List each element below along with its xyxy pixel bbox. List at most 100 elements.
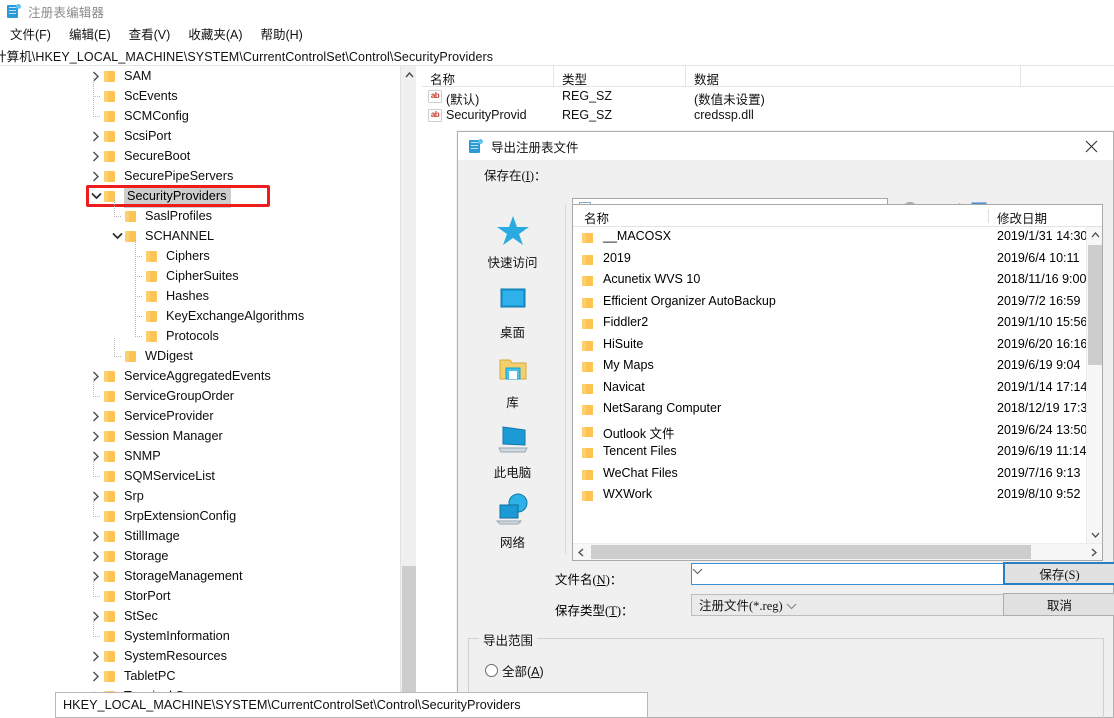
tree-item-systemresources[interactable]: SystemResources <box>0 646 395 666</box>
list-item[interactable]: WXWork2019/8/10 9:52文件 <box>573 485 1102 507</box>
radio-circle-icon[interactable] <box>485 664 498 677</box>
radio-export-all[interactable]: 全部(A) <box>485 661 544 680</box>
chevron-right-icon[interactable] <box>88 648 104 664</box>
chevron-right-icon[interactable] <box>88 548 104 564</box>
scroll-thumb[interactable] <box>402 566 416 702</box>
tree-item-storport[interactable]: StorPort <box>0 578 395 606</box>
place-libraries[interactable]: 库 <box>460 344 565 414</box>
tree-item-sqmservicelist[interactable]: SQMServiceList <box>0 458 395 486</box>
chevron-right-icon[interactable] <box>88 568 104 584</box>
menu-item-favorites[interactable]: 收藏夹(A) <box>180 22 250 45</box>
menu-item-view[interactable]: 查看(V) <box>121 22 179 45</box>
scroll-left-arrow-icon[interactable] <box>573 544 589 560</box>
chevron-down-icon[interactable] <box>88 188 104 204</box>
scroll-thumb[interactable] <box>1088 245 1102 365</box>
table-row[interactable]: ab SecurityProvid REG_SZ credssp.dll <box>422 106 1114 125</box>
menu-item-help[interactable]: 帮助(H) <box>252 22 310 45</box>
values-col-type[interactable]: 类型 <box>562 69 587 88</box>
address-bar[interactable]: 计算机\HKEY_LOCAL_MACHINE\SYSTEM\CurrentCon… <box>0 45 1114 66</box>
values-col-name[interactable]: 名称 <box>430 69 455 88</box>
tree-item-scsiport[interactable]: ScsiPort <box>0 126 395 146</box>
tree-item-protocols[interactable]: Protocols <box>0 318 395 346</box>
table-row[interactable]: ab (默认) REG_SZ (数值未设置) <box>422 87 1114 107</box>
list-item[interactable]: Tencent Files2019/6/19 11:14文件 <box>573 442 1102 464</box>
tree-item-serviceprovider[interactable]: ServiceProvider <box>0 406 395 426</box>
tree-item-snmp[interactable]: SNMP <box>0 446 395 466</box>
tree-item-stillimage[interactable]: StillImage <box>0 526 395 546</box>
chevron-right-icon[interactable] <box>88 528 104 544</box>
tree-item-secureboot[interactable]: SecureBoot <box>0 146 395 166</box>
tree-item-saslprofiles[interactable]: SaslProfiles <box>0 198 395 226</box>
tree-item-tabletpc[interactable]: TabletPC <box>0 666 395 686</box>
file-list[interactable]: 名称 修改日期 类 __MACOSX2019/1/31 14:30文件20192… <box>572 204 1103 561</box>
tree-item-srpextensionconfig[interactable]: SrpExtensionConfig <box>0 498 395 526</box>
values-col-data[interactable]: 数据 <box>694 69 719 88</box>
tree-item-serviceaggregatedevents[interactable]: ServiceAggregatedEvents <box>0 366 395 386</box>
file-list-vertical-scrollbar[interactable] <box>1086 227 1102 543</box>
scroll-up-arrow-icon[interactable] <box>401 66 417 83</box>
tree-item-storagemanagement[interactable]: StorageManagement <box>0 566 395 586</box>
file-col-date[interactable]: 修改日期 <box>997 208 1047 227</box>
tree-item-scmconfig[interactable]: SCMConfig <box>0 98 395 126</box>
export-branch-input[interactable]: HKEY_LOCAL_MACHINE\SYSTEM\CurrentControl… <box>55 692 648 718</box>
close-icon[interactable] <box>1069 132 1113 160</box>
chevron-down-icon[interactable] <box>786 599 797 613</box>
menu-item-edit[interactable]: 编辑(E) <box>61 22 119 45</box>
list-item[interactable]: __MACOSX2019/1/31 14:30文件 <box>573 227 1102 249</box>
list-item[interactable]: Efficient Organizer AutoBackup 2019/7/2 1… <box>573 292 1102 314</box>
tree-item-wdigest[interactable]: WDigest <box>0 338 395 366</box>
chevron-right-icon[interactable] <box>88 128 104 144</box>
tree-item-servicegrouporder[interactable]: ServiceGroupOrder <box>0 378 395 406</box>
tree-vertical-scrollbar[interactable] <box>400 66 416 718</box>
tree-item-securityproviders[interactable]: SecurityProviders <box>0 184 395 208</box>
tree-item-systeminformation[interactable]: SystemInformation <box>0 618 395 646</box>
chevron-down-icon[interactable] <box>692 564 703 578</box>
place-network[interactable]: 网络 <box>460 484 565 554</box>
tree-item-session-manager[interactable]: Session Manager <box>0 426 395 446</box>
registry-tree[interactable]: SAM ScEvents SCMConfig ScsiPort SecureBoot Se… <box>0 66 395 718</box>
chevron-right-icon[interactable] <box>88 428 104 444</box>
tree-item-scevents[interactable]: ScEvents <box>0 78 395 106</box>
list-item[interactable]: HiSuite2019/6/20 16:16文件 <box>573 335 1102 357</box>
tree-item-storage[interactable]: Storage <box>0 546 395 566</box>
menu-item-file[interactable]: 文件(F) <box>2 22 59 45</box>
registry-tree-pane[interactable]: SAM ScEvents SCMConfig ScsiPort SecureBoot Se… <box>0 66 403 718</box>
list-item[interactable]: Navicat2019/1/14 17:14文件 <box>573 378 1102 400</box>
file-list-horizontal-scrollbar[interactable] <box>573 543 1102 560</box>
tree-item-schannel[interactable]: SCHANNEL <box>0 226 395 246</box>
scroll-up-arrow-icon[interactable] <box>1087 227 1102 243</box>
chevron-right-icon[interactable] <box>88 168 104 184</box>
tree-item-hashes[interactable]: Hashes <box>0 278 395 306</box>
place-this-pc[interactable]: 此电脑 <box>460 414 565 484</box>
places-bar[interactable]: 快速访问 桌面 库 此电脑 网络 <box>460 204 566 554</box>
filetype-combobox[interactable]: 注册文件(*.reg) <box>691 594 1038 616</box>
chevron-right-icon[interactable] <box>88 408 104 424</box>
place-desktop[interactable]: 桌面 <box>460 274 565 344</box>
list-item[interactable]: Fiddler22019/1/10 15:56文件 <box>573 313 1102 335</box>
chevron-right-icon[interactable] <box>88 448 104 464</box>
list-item[interactable]: My Maps2019/6/19 9:04文件 <box>573 356 1102 378</box>
file-col-name[interactable]: 名称 <box>584 208 609 227</box>
chevron-right-icon[interactable] <box>88 608 104 624</box>
place-quick-access[interactable]: 快速访问 <box>460 204 565 274</box>
list-item[interactable]: NetSarang Computer2018/12/19 17:30文件 <box>573 399 1102 421</box>
chevron-right-icon[interactable] <box>88 488 104 504</box>
tree-item-ciphersuites[interactable]: CipherSuites <box>0 258 395 286</box>
chevron-right-icon[interactable] <box>88 148 104 164</box>
scroll-right-arrow-icon[interactable] <box>1086 544 1102 560</box>
tree-item-sam[interactable]: SAM <box>0 66 395 86</box>
scroll-down-arrow-icon[interactable] <box>1087 527 1102 543</box>
list-item[interactable]: Acunetix WVS 102018/11/16 9:00文件 <box>573 270 1102 292</box>
tree-item-stsec[interactable]: StSec <box>0 606 395 626</box>
tree-item-securepipeservers[interactable]: SecurePipeServers <box>0 166 395 186</box>
scroll-thumb[interactable] <box>591 545 1031 559</box>
tree-item-srp[interactable]: Srp <box>0 486 395 506</box>
list-item[interactable]: Outlook 文件2019/6/24 13:50文件 <box>573 421 1102 443</box>
chevron-right-icon[interactable] <box>88 668 104 684</box>
chevron-right-icon[interactable] <box>88 68 104 84</box>
chevron-right-icon[interactable] <box>88 368 104 384</box>
save-button[interactable]: 保存(S) <box>1003 562 1114 585</box>
list-item[interactable]: 20192019/6/4 10:11文件 <box>573 249 1102 271</box>
chevron-down-icon[interactable] <box>109 228 125 244</box>
tree-item-keyexchangealgorithms[interactable]: KeyExchangeAlgorithms <box>0 298 395 326</box>
